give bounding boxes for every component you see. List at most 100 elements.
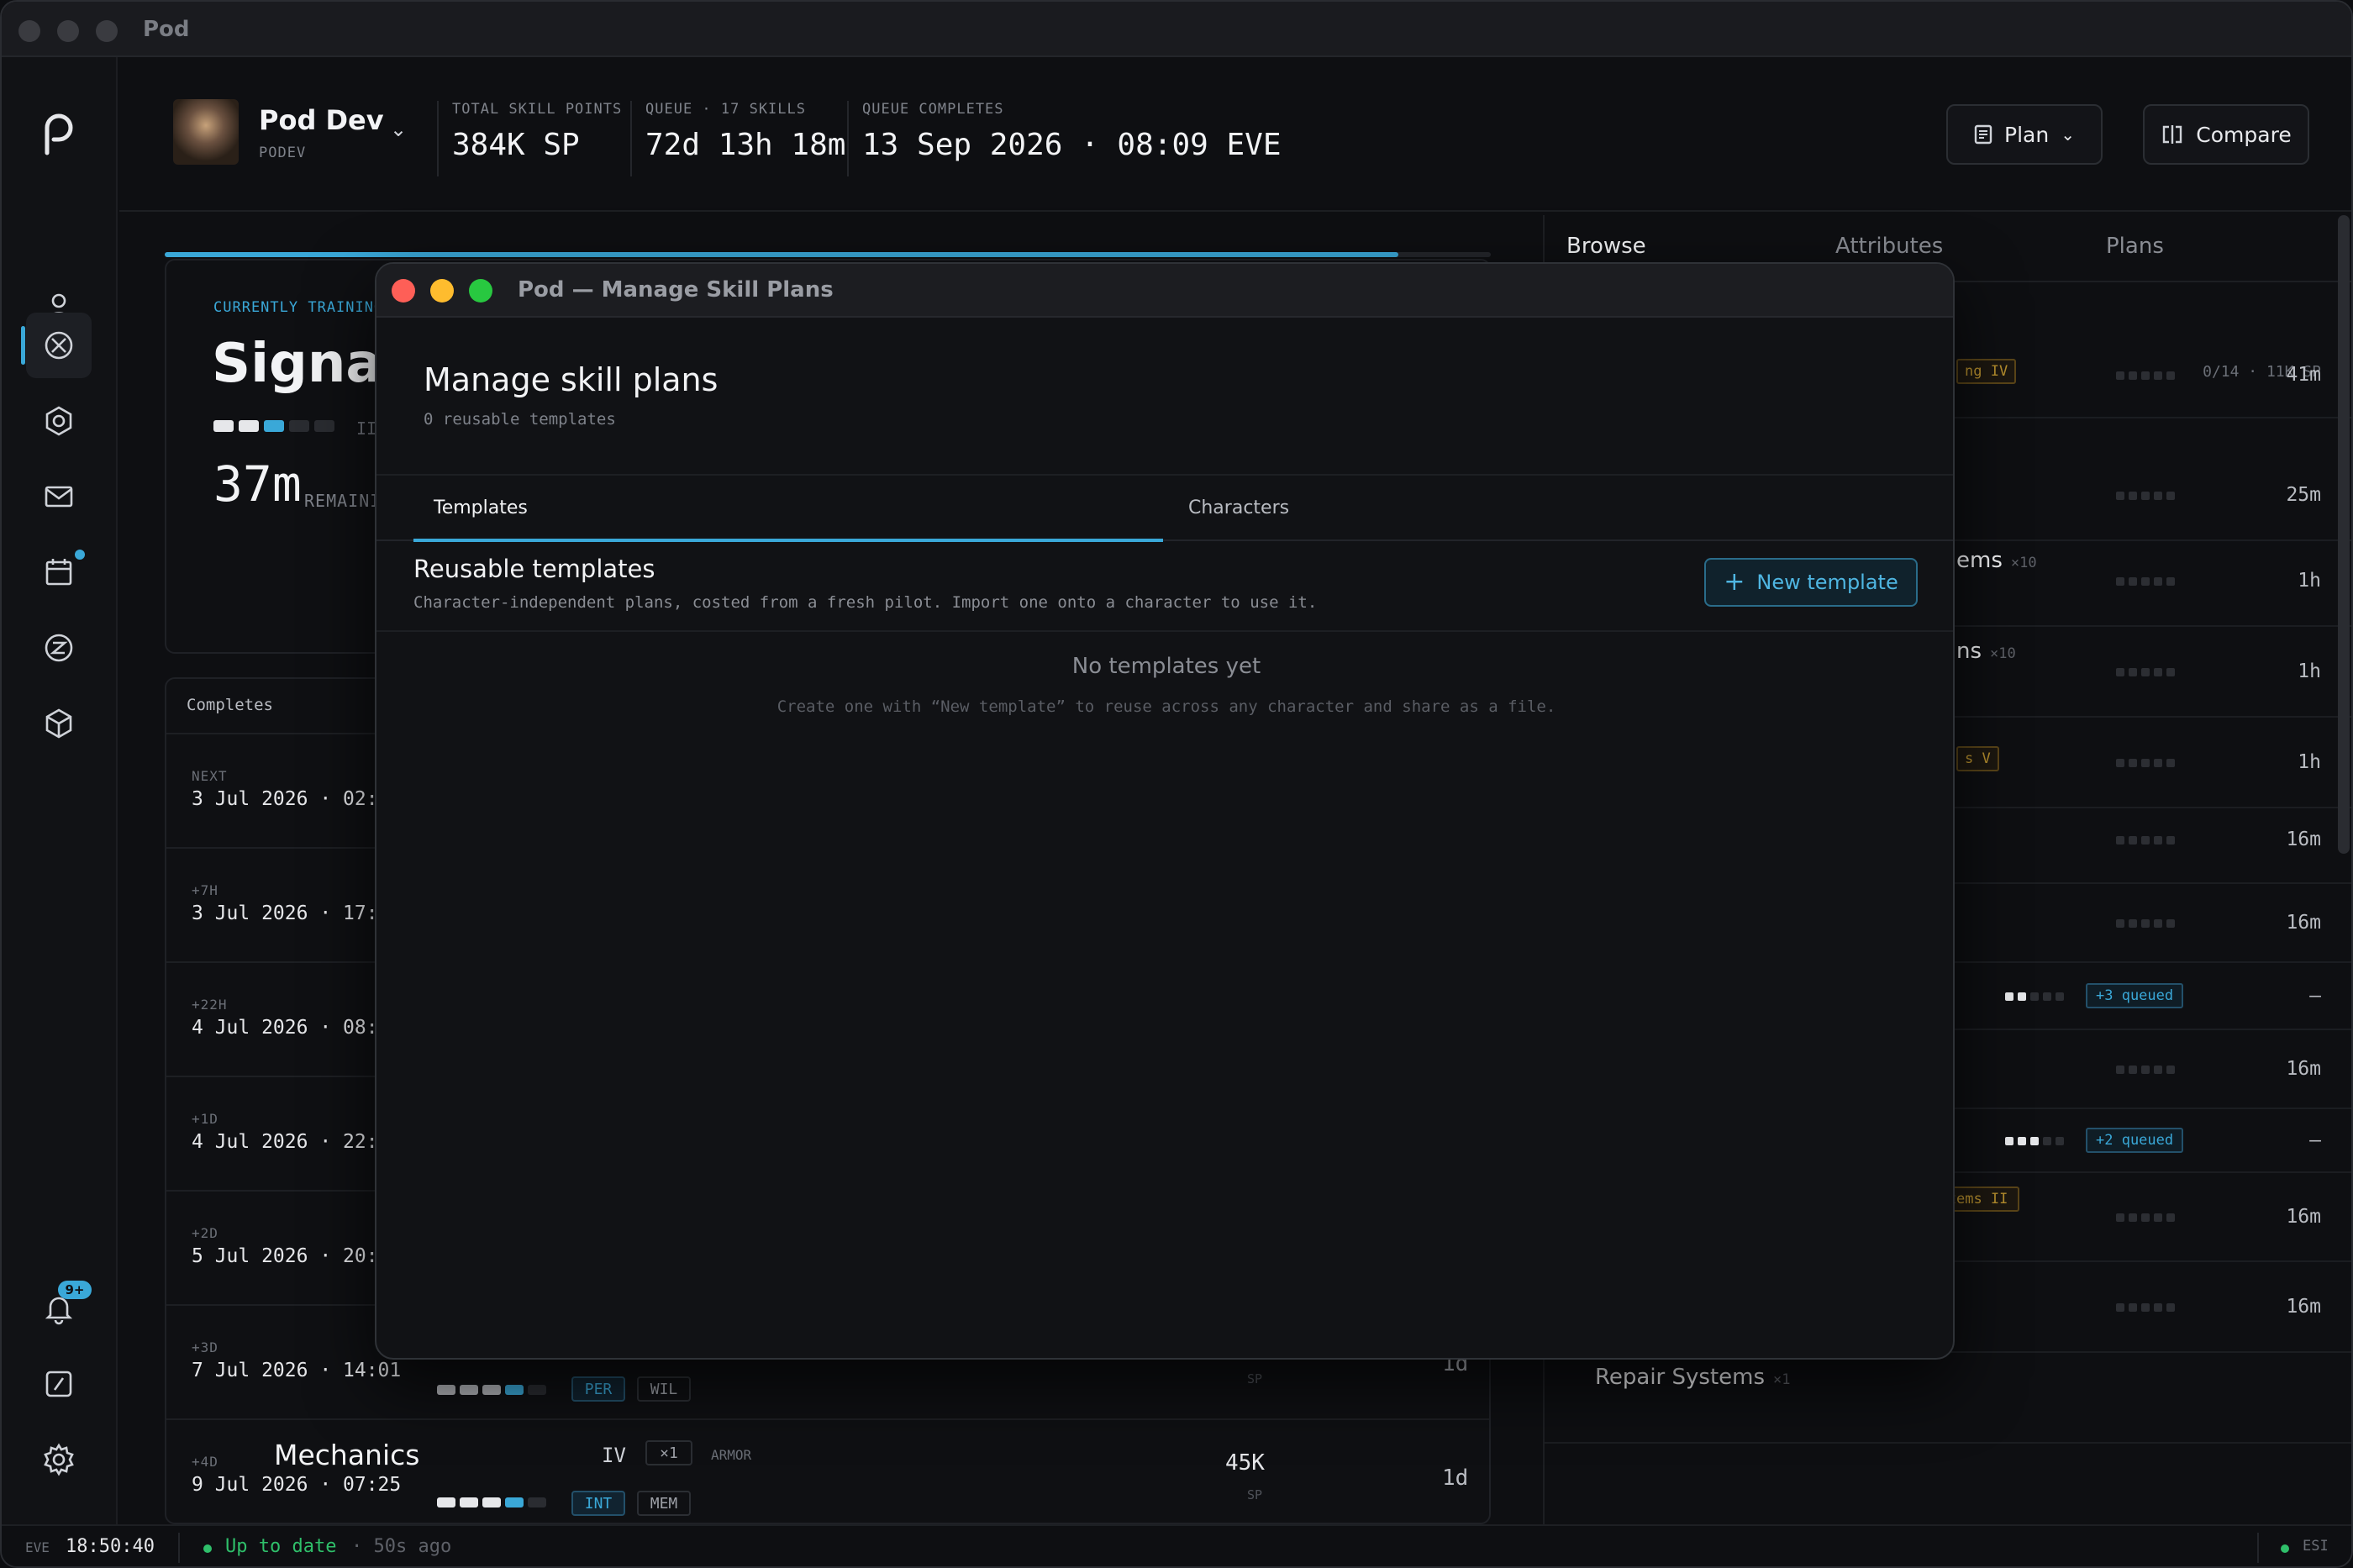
esi-status-dot (2281, 1544, 2289, 1553)
level-dot (437, 1497, 455, 1507)
stat-label: QUEUE COMPLETES (862, 101, 1004, 118)
skill-row[interactable]: Repair Systems ×1 (1545, 1353, 2351, 1444)
stat-label: QUEUE · 17 SKILLS (645, 101, 806, 118)
avatar[interactable] (173, 99, 239, 165)
nav-calendar[interactable] (26, 539, 92, 605)
tab-characters[interactable]: Characters (1188, 497, 1289, 518)
divider (376, 630, 1953, 632)
training-time: 16m (2286, 829, 2321, 850)
scrollbar[interactable] (2338, 215, 2350, 854)
training-time: 1h (2298, 570, 2321, 592)
level-dot (314, 420, 334, 432)
stat-label: TOTAL SKILL POINTS (452, 101, 623, 118)
completion-date: 3 Jul 2026 · 17:2 (192, 902, 390, 924)
level-dot (2116, 1303, 2124, 1312)
nav-settings[interactable] (26, 1427, 92, 1492)
level-dot (2030, 992, 2039, 1001)
nav-fitting[interactable] (26, 388, 92, 454)
level-dot (2116, 836, 2124, 845)
nav-wallet[interactable] (26, 615, 92, 681)
assets-icon (45, 708, 72, 739)
skill-level-dots (2116, 919, 2175, 928)
skill-name: Repair Systems ×1 (1595, 1365, 1791, 1390)
level-dot (2154, 492, 2162, 500)
plan-button[interactable]: Plan ⌄ (1946, 104, 2103, 165)
relative-time: NEXT (192, 768, 228, 784)
training-progress-fill (165, 252, 1398, 257)
level-dot (2129, 919, 2137, 928)
divider (178, 1533, 180, 1563)
compose-icon (45, 1371, 72, 1397)
training-time: 25m (2286, 484, 2321, 506)
chevron-down-icon: ⌄ (2061, 124, 2075, 145)
level-dot (239, 420, 259, 432)
level-dot (2141, 492, 2150, 500)
level-dot (2154, 1066, 2162, 1074)
level-dot (2129, 1213, 2137, 1222)
skill-level-dots (2116, 1303, 2175, 1312)
level-dot (2018, 992, 2026, 1001)
character-tag: PODEV (259, 145, 307, 161)
gear-icon (44, 1443, 74, 1476)
chevron-down-icon[interactable]: ⌄ (390, 118, 407, 141)
close-window-button[interactable] (18, 20, 40, 42)
nav-mail[interactable] (26, 464, 92, 529)
relative-time: +22H (192, 997, 228, 1013)
zoom-window-button[interactable] (96, 20, 118, 42)
relative-time: +4D (192, 1454, 218, 1470)
level-dot (2154, 1303, 2162, 1312)
nav-compose[interactable] (26, 1351, 92, 1417)
multiplier: ×10 (1990, 645, 2016, 662)
skills-icon (45, 331, 73, 360)
completion-date: 4 Jul 2026 · 22:4 (192, 1131, 390, 1153)
minimize-window-button[interactable] (57, 20, 79, 42)
tab-templates[interactable]: Templates (434, 497, 528, 518)
relative-time: +7H (192, 882, 218, 898)
tab-attributes[interactable]: Attributes (1835, 234, 1943, 259)
level-dot (2141, 577, 2150, 586)
dialog-zoom-button[interactable] (469, 279, 492, 303)
skill-level-dots (2116, 577, 2175, 586)
skill-level-dots (2116, 492, 2175, 500)
nav-assets[interactable] (26, 691, 92, 756)
fragment-text: s V (1965, 750, 1991, 767)
nav-notifications[interactable]: 9+ (26, 1276, 92, 1341)
dialog-close-button[interactable] (392, 279, 415, 303)
nav-skills[interactable] (21, 313, 92, 378)
training-time: 16m (2286, 1296, 2321, 1318)
esi-label: ESI (2303, 1538, 2329, 1555)
attribute-chip: INT (571, 1491, 625, 1516)
calendar-icon (45, 559, 72, 586)
level-dot (2129, 371, 2137, 380)
new-template-button[interactable]: + New template (1704, 558, 1918, 607)
level-dot (482, 1497, 501, 1507)
skill-level-dots (437, 1497, 546, 1507)
level-dot (2141, 1213, 2150, 1222)
level-dot (2166, 759, 2175, 767)
dialog-minimize-button[interactable] (430, 279, 454, 303)
level-dot (2129, 492, 2137, 500)
level-dot (264, 420, 284, 432)
tab-plans[interactable]: Plans (2106, 234, 2164, 259)
stat-total-sp: TOTAL SKILL POINTS 384K SP (437, 101, 622, 176)
skill-level-dots (2005, 1137, 2064, 1145)
skill-level-dots (2005, 992, 2064, 1001)
tab-browse[interactable]: Browse (1566, 234, 1646, 259)
character-header: Pod Dev PODEV ⌄ TOTAL SKILL POINTS 384K … (119, 57, 2351, 212)
level-dot (2005, 992, 2013, 1001)
compare-button[interactable]: Compare (2143, 104, 2309, 165)
level-dot (2116, 1066, 2124, 1074)
currently-training-label: CURRENTLY TRAINING (213, 299, 384, 316)
level-dot (2116, 919, 2124, 928)
fragment-text: ng IV (1965, 363, 2008, 380)
level-dot (2154, 577, 2162, 586)
level-dot (2056, 992, 2064, 1001)
skill-name[interactable]: Mechanics (274, 1439, 419, 1471)
multiplier: ×1 (1773, 1371, 1791, 1388)
document-icon (1974, 124, 1992, 145)
table-row[interactable]: +4D 9 Jul 2026 · 07:25 (166, 1418, 1489, 1523)
character-name[interactable]: Pod Dev (259, 104, 384, 136)
relative-time: +1D (192, 1111, 218, 1127)
level-dot (2154, 759, 2162, 767)
skill-level-dots (2116, 759, 2175, 767)
